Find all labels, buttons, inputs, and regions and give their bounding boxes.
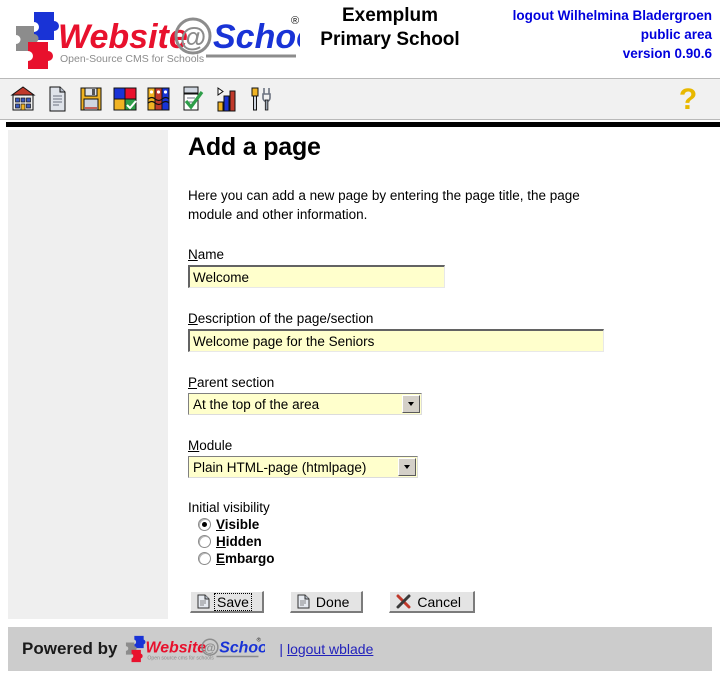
footer-logout: | logout wblade [279, 641, 373, 657]
at-symbol: @ [174, 17, 212, 55]
radio-visible-indicator[interactable] [198, 518, 211, 531]
module-label: Module [188, 437, 708, 454]
svg-text:Website: Website [58, 18, 188, 56]
page-header: Website @ School ® Open-Source CMS for S… [0, 0, 720, 78]
field-name: Name [188, 246, 708, 288]
footer-separator: | [279, 641, 284, 657]
svg-text:@: @ [204, 641, 216, 655]
cancel-button-label: Cancel [417, 593, 461, 610]
description-label: Description of the page/section [188, 310, 708, 327]
svg-text:?: ? [679, 83, 697, 115]
field-parent-section: Parent section At the top of the area [188, 374, 708, 415]
at-symbol: @ [201, 638, 220, 656]
cancel-button[interactable]: Cancel [389, 591, 475, 613]
tools-icon[interactable] [246, 83, 276, 115]
school-name-line1: Exemplum [341, 5, 439, 26]
page-footer: Powered by Website @ School ® Open sourc… [8, 627, 712, 671]
puzzle-logo-mark [16, 12, 59, 69]
logout-link[interactable]: logout Wilhelmina Bladergroen [513, 8, 712, 23]
app-window: Website @ School ® Open-Source CMS for S… [0, 0, 720, 681]
version-label: version 0.90.6 [622, 46, 712, 61]
help-question-icon[interactable]: ? [674, 83, 702, 115]
done-button-label: Done [315, 593, 350, 610]
page-title: Add a page [188, 133, 321, 161]
footer-site-logo: Website @ School ® Open source cms for s… [126, 635, 265, 663]
name-label: Name [188, 246, 708, 263]
modules-icon[interactable] [110, 83, 140, 115]
svg-text:School: School [213, 18, 300, 56]
tasks-icon[interactable] [178, 83, 208, 115]
description-label-rest: escription of the page/section [197, 311, 374, 326]
parent-section-label: Parent section [188, 374, 708, 391]
done-button[interactable]: Done [289, 591, 364, 613]
chevron-down-icon[interactable] [402, 395, 420, 413]
chevron-down-icon[interactable] [398, 458, 416, 476]
page-intro: Here you can add a new page by entering … [188, 188, 580, 222]
description-input[interactable] [188, 329, 604, 352]
name-label-rest: ame [197, 247, 225, 262]
name-label-accesskey: N [188, 247, 198, 262]
radio-embargo-indicator[interactable] [198, 552, 211, 565]
site-logo: Website @ School ® Open-Source CMS for S… [10, 8, 300, 70]
area-label: public area [640, 27, 712, 42]
radio-option-embargo[interactable]: Embargo [198, 550, 708, 567]
parent-section-label-rest: arent section [197, 375, 275, 390]
save-button-label: Save [214, 592, 252, 611]
module-label-accesskey: M [188, 438, 200, 453]
svg-text:®: ® [291, 15, 299, 27]
svg-text:Open-Source CMS for Schools: Open-Source CMS for Schools [60, 53, 204, 65]
radio-hidden-label[interactable]: Hidden [216, 534, 262, 549]
form-actions: Save Done Cancel [190, 591, 708, 613]
parent-section-select[interactable]: At the top of the area [188, 393, 422, 415]
radio-option-visible[interactable]: Visible [198, 516, 708, 533]
module-label-rest: odule [199, 438, 233, 453]
powered-by-label: Powered by [22, 639, 118, 658]
name-input[interactable] [188, 265, 445, 288]
main-toolbar: ? [0, 78, 720, 120]
page-icon[interactable] [42, 83, 72, 115]
footer-logout-link[interactable]: logout wblade [287, 641, 373, 657]
school-name: Exemplum Primary School [300, 4, 480, 52]
field-description: Description of the page/section [188, 310, 708, 352]
radio-embargo-label[interactable]: Embargo [216, 551, 275, 566]
radio-option-hidden[interactable]: Hidden [198, 533, 708, 550]
svg-text:Open source cms for schools: Open source cms for schools [148, 655, 215, 661]
module-select[interactable]: Plain HTML-page (htmlpage) [188, 456, 418, 478]
statistics-icon[interactable] [212, 83, 242, 115]
users-icon[interactable] [144, 83, 174, 115]
school-name-line2: Primary School [320, 29, 460, 50]
header-divider [6, 122, 720, 127]
save-icon[interactable] [76, 83, 106, 115]
field-initial-visibility: Initial visibility Visible Hidden Embarg… [188, 500, 708, 567]
document-icon [197, 594, 210, 609]
radio-hidden-indicator[interactable] [198, 535, 211, 548]
save-button[interactable]: Save [190, 591, 264, 613]
sidebar [8, 130, 168, 619]
parent-section-label-accesskey: P [188, 375, 198, 390]
school-icon[interactable] [8, 83, 38, 115]
module-value: Plain HTML-page (htmlpage) [193, 460, 367, 475]
radio-visible-label[interactable]: Visible [216, 517, 259, 532]
cancel-cross-icon [396, 594, 411, 609]
svg-text:@: @ [180, 22, 206, 52]
user-session-box: logout Wilhelmina Bladergroen public are… [513, 6, 712, 63]
field-module: Module Plain HTML-page (htmlpage) [188, 437, 708, 478]
main-content: Add a page Here you can add a new page b… [188, 132, 708, 613]
document-icon [297, 594, 310, 609]
svg-text:Website: Website [146, 640, 207, 657]
initial-visibility-label: Initial visibility [188, 500, 270, 515]
puzzle-logo-mark [126, 635, 146, 663]
description-label-accesskey: D [188, 311, 198, 326]
parent-section-value: At the top of the area [193, 397, 320, 412]
